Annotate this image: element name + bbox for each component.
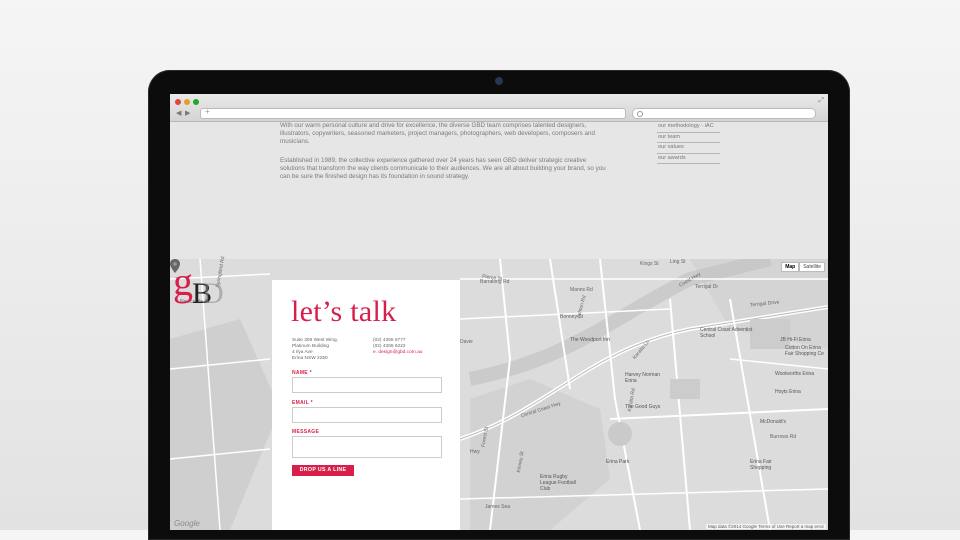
sidenav-item-team[interactable]: our team — [657, 133, 720, 143]
new-tab-icon[interactable]: + — [205, 107, 210, 116]
forward-button[interactable]: ▶ — [185, 109, 190, 117]
search-icon — [637, 111, 643, 117]
street-label: Manns Rd — [570, 287, 593, 293]
email-link[interactable]: e. design@gbd.com.au — [373, 350, 422, 356]
sidenav-item-awards[interactable]: our awards — [657, 154, 720, 164]
side-navigation: our methodology - iAC our team our value… — [657, 122, 720, 164]
message-label: MESSAGE — [292, 429, 320, 435]
contact-heading: let’s talk — [291, 295, 397, 328]
back-button[interactable]: ◀ — [176, 109, 181, 117]
street-label: Hwy — [470, 449, 480, 455]
map-poi: Erina Rugby League Football Club — [540, 474, 576, 492]
map-poi: Central Coast Adventist School — [700, 327, 753, 339]
submit-button[interactable]: DROP US A LINE — [292, 465, 354, 476]
map-poi: Woolworths Erina — [775, 371, 815, 377]
map-poi: The Good Guys — [625, 404, 661, 410]
map-poi: McDonald's — [760, 419, 786, 425]
team-paragraph: With our warm personal culture and drive… — [280, 122, 595, 146]
map-poi: Erina Fair Shopping — [750, 459, 772, 471]
map-streets — [170, 259, 828, 530]
street-label: James Sea — [485, 504, 511, 510]
email-label: EMAIL * — [292, 400, 313, 406]
browser-search-field[interactable] — [632, 108, 816, 119]
page-content: With our warm personal culture and drive… — [170, 122, 828, 259]
logo-letter-d: D — [202, 277, 224, 310]
sidenav-item-methodology[interactable]: our methodology - iAC — [657, 122, 720, 133]
name-label: NAME * — [292, 370, 312, 376]
google-logo: Google — [174, 519, 200, 528]
map-poi: Hoyts Erina — [775, 389, 801, 395]
zoom-window-icon[interactable] — [193, 99, 199, 105]
map-attribution[interactable]: Map data ©2014 Google Terms of Use Repor… — [705, 524, 826, 529]
logo-letter-g: g — [173, 259, 193, 304]
map-poi: Cotton On Erina Fair Shopping Ce — [785, 345, 824, 357]
contact-card: let’s talk Suite 306 West Wing, Platinum… — [272, 280, 460, 530]
history-paragraph: Established in 1989, the collective expe… — [280, 157, 606, 181]
contact-details: (02) 4365 6777 (02) 4365 6222 e. design@… — [373, 338, 422, 356]
fullscreen-icon[interactable]: ⤢ — [818, 97, 824, 105]
map-type-map-button[interactable]: Map — [781, 262, 800, 272]
address-line: Erina NSW 2250 — [292, 356, 328, 361]
street-label: Terrigal Dr — [695, 284, 719, 290]
name-field[interactable] — [292, 377, 442, 393]
email-field[interactable] — [292, 407, 442, 423]
map-type-satellite-button[interactable]: Satellite — [799, 262, 825, 272]
sidenav-item-values[interactable]: our values — [657, 143, 720, 154]
gbd-logo: g B D — [173, 259, 224, 310]
location-map[interactable]: + − Map Satellite Barralong Rd Terrigal … — [170, 256, 828, 530]
browser-toolbar: ◀ ▶ + ⤢ — [170, 94, 828, 122]
map-poi: Harvey Norman Erina — [625, 372, 661, 384]
street-label: Ling St — [670, 259, 686, 265]
street-label: Burrows Rd — [770, 434, 797, 440]
address-bar[interactable]: + — [200, 107, 626, 119]
map-poi: JB Hi-Fi Erina — [780, 337, 811, 343]
minimize-window-icon[interactable] — [184, 99, 190, 105]
postal-address: Suite 306 West Wing, Platinum Building 4… — [292, 338, 338, 362]
street-label: Kings St — [640, 261, 659, 267]
close-window-icon[interactable] — [175, 99, 181, 105]
map-poi: The Woodport Inn — [570, 337, 610, 343]
street-label: Davie — [460, 339, 473, 345]
screen: ◀ ▶ + ⤢ With our warm personal culture a… — [170, 94, 828, 530]
message-field[interactable] — [292, 436, 442, 458]
map-poi: Erina Park — [606, 459, 630, 465]
map-type-control: Map Satellite — [781, 262, 825, 272]
camera-dot — [496, 78, 502, 84]
